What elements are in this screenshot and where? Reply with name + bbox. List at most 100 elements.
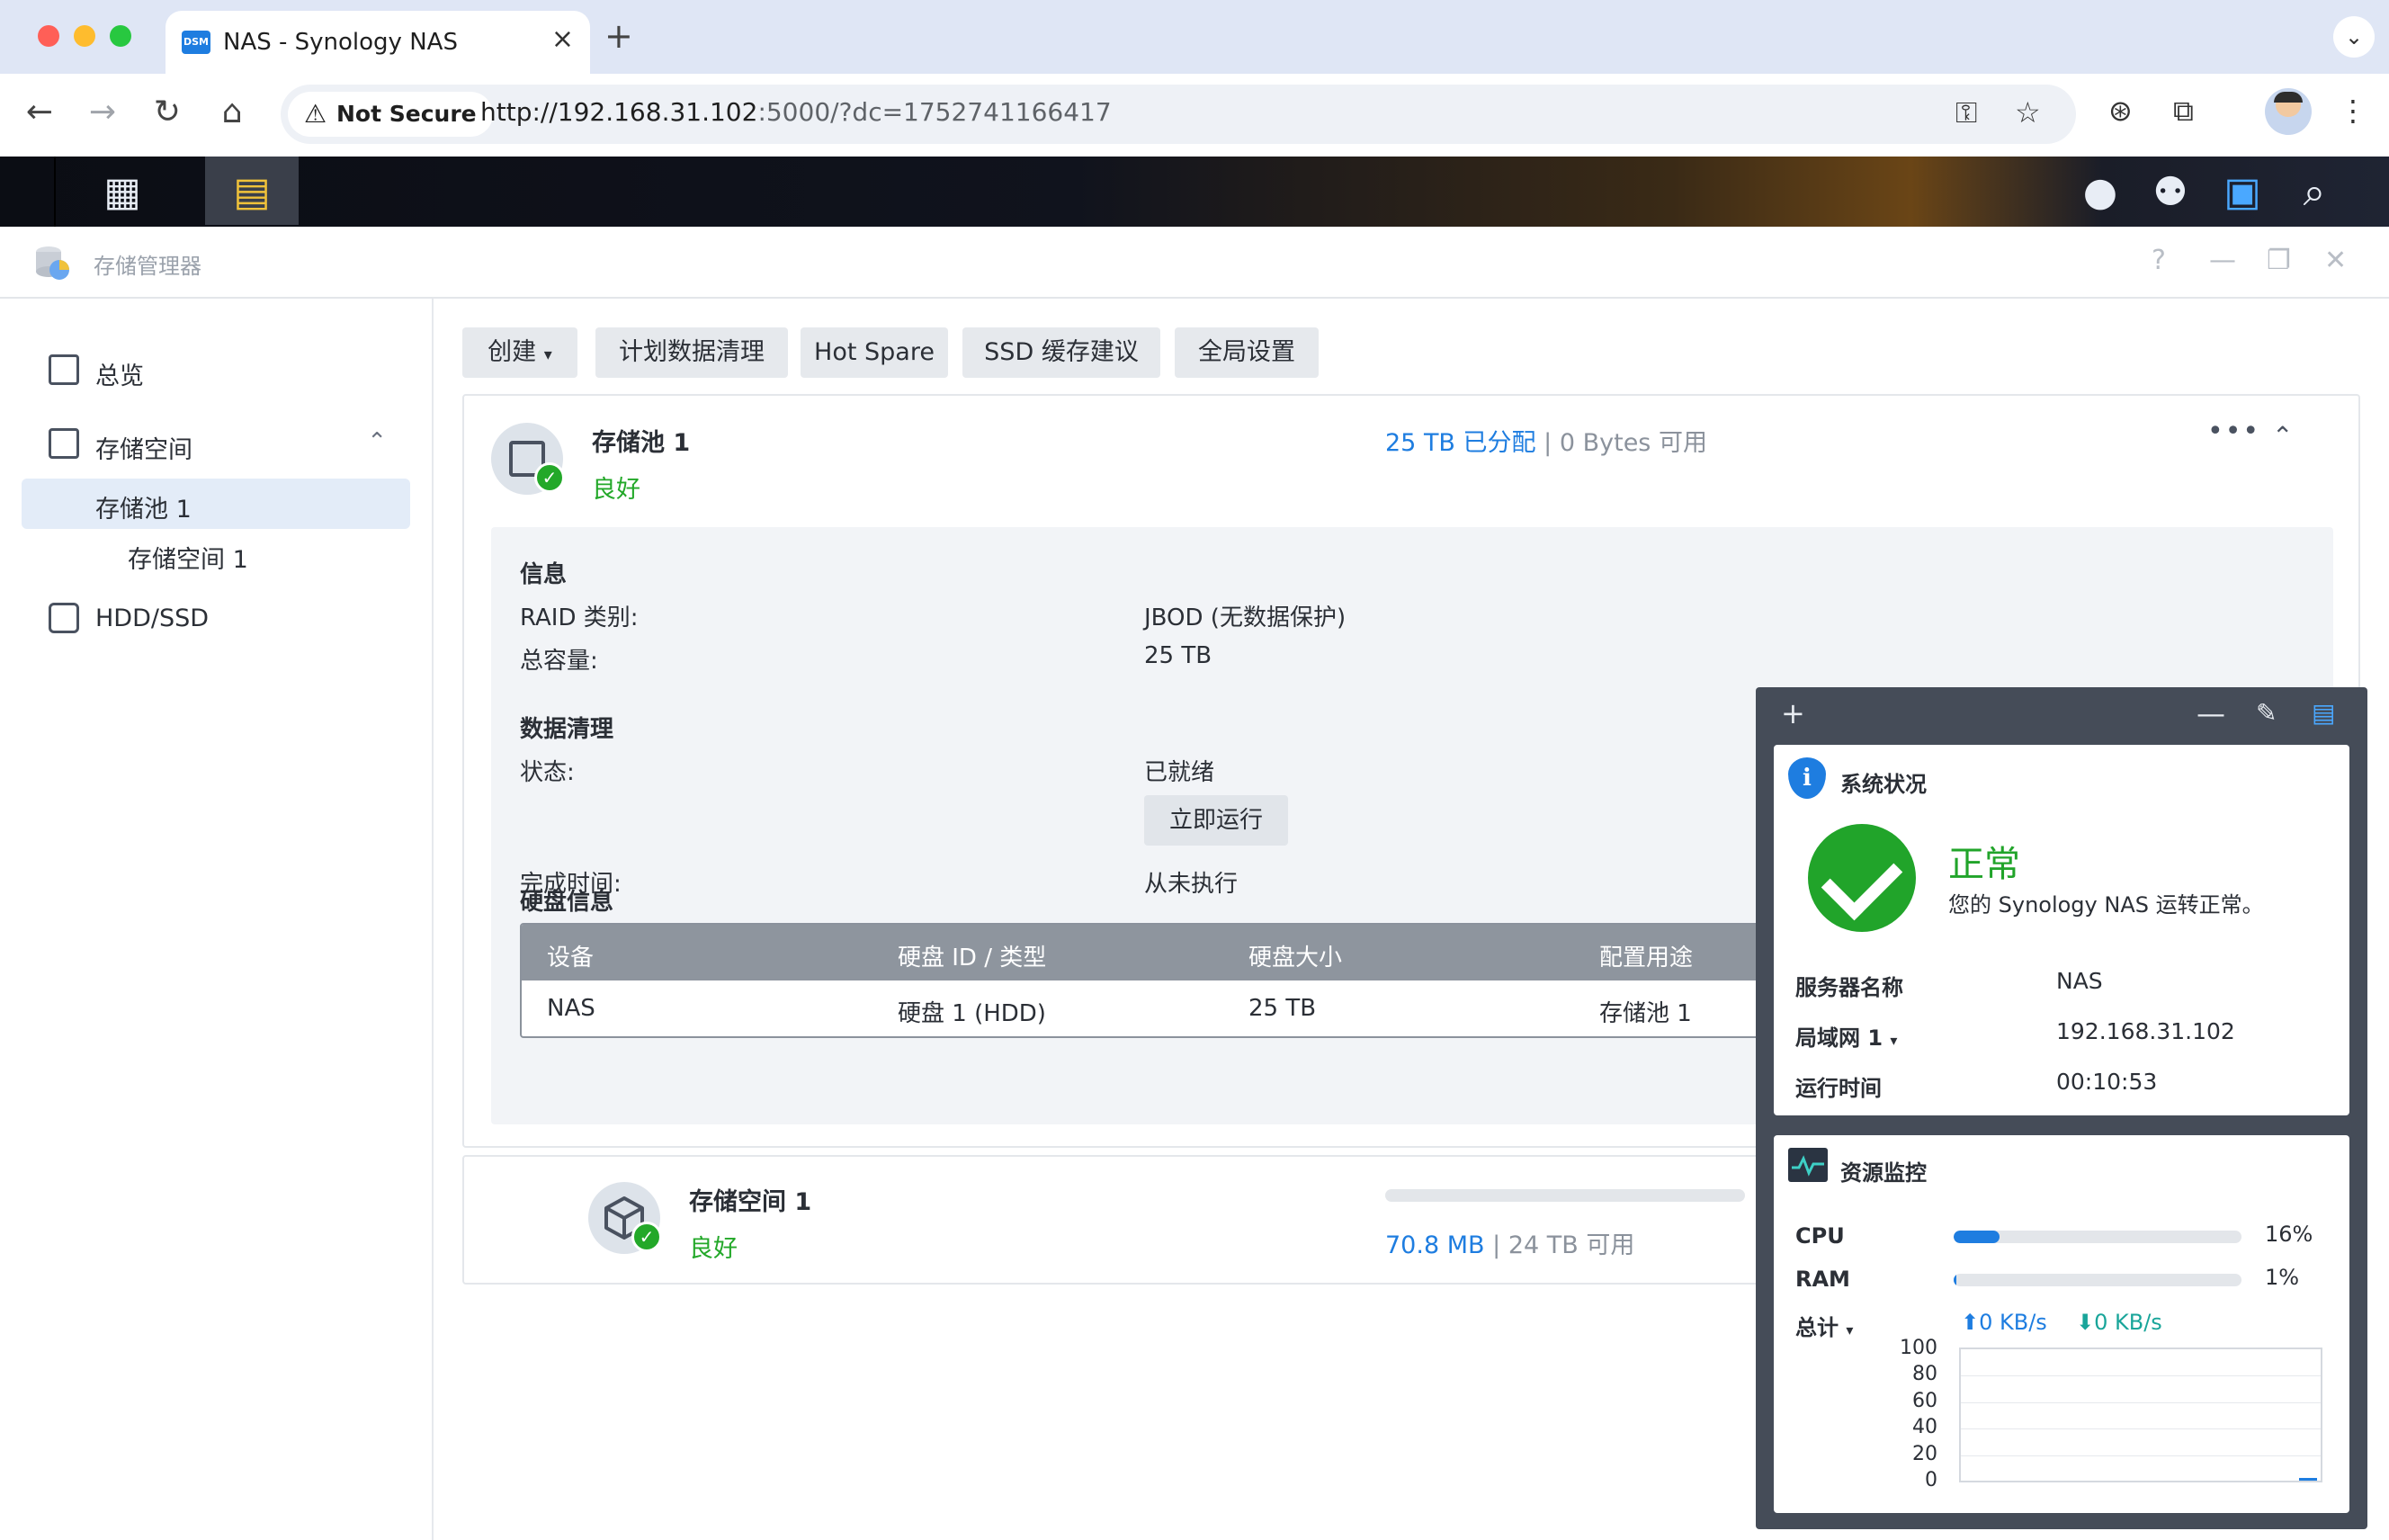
sidebar-item-hdd-ssd[interactable]: HDD/SSD — [22, 594, 410, 644]
restore-icon[interactable]: ❐ — [2267, 245, 2291, 276]
back-icon[interactable]: ← — [18, 94, 61, 130]
run-now-button[interactable]: 立即运行 — [1144, 795, 1288, 846]
y-tick-label: 20 — [1912, 1443, 1937, 1465]
column-header[interactable]: 硬盘 ID / 类型 — [898, 939, 1046, 972]
capacity-value: 25 TB — [1144, 642, 1212, 669]
warning-icon: ⚠ — [304, 99, 327, 129]
translate-icon[interactable]: ⊛ — [2108, 94, 2133, 128]
extensions-icon[interactable]: ⧉ — [2173, 94, 2194, 129]
status-ok-check-icon — [1808, 824, 1916, 932]
y-tick-label: 40 — [1912, 1416, 1937, 1438]
lan-dropdown[interactable]: 局域网 1 ▾ — [1795, 1020, 1897, 1052]
browser-menu-icon[interactable]: ⋮ — [2339, 94, 2367, 128]
upload-rate: ⬆0 KB/s — [1961, 1310, 2047, 1335]
close-window-button[interactable] — [38, 25, 59, 47]
column-header[interactable]: 配置用途 — [1599, 939, 1693, 972]
cpu-label: CPU — [1795, 1223, 1845, 1249]
download-arrow-icon: ⬇ — [2076, 1310, 2095, 1335]
more-options-icon[interactable]: ••• — [2207, 416, 2260, 447]
user-icon[interactable]: ⚉ — [2139, 169, 2202, 215]
minimize-widget-icon[interactable]: — — [2197, 696, 2225, 730]
forward-icon[interactable]: → — [81, 94, 124, 130]
storage-icon — [49, 428, 79, 459]
usage-separator: | — [1492, 1231, 1501, 1259]
bookmark-star-icon[interactable]: ☆ — [2015, 95, 2041, 130]
lan-label: 局域网 1 — [1795, 1025, 1883, 1051]
uptime-label: 运行时间 — [1795, 1076, 1882, 1101]
minimize-icon[interactable]: — — [2209, 245, 2236, 276]
password-key-icon[interactable]: ⚿ — [1955, 95, 1977, 130]
total-dropdown[interactable]: 总计 ▾ — [1795, 1310, 1853, 1341]
url-text[interactable]: http://192.168.31.102:5000/?dc=175274116… — [480, 97, 1112, 127]
resource-monitor-icon — [1788, 1148, 1828, 1182]
ssd-cache-advisor-button[interactable]: SSD 缓存建议 — [962, 327, 1160, 378]
create-label: 创建 — [488, 338, 537, 366]
volume-title: 存储空间 1 — [689, 1188, 812, 1216]
chat-icon[interactable]: ● — [2069, 169, 2132, 215]
sidebar-item-label: 总览 — [95, 363, 144, 390]
network-traffic-plot — [1959, 1348, 2322, 1482]
minimize-window-button[interactable] — [74, 25, 95, 47]
check-badge-icon: ✓ — [631, 1222, 662, 1252]
widgets-icon[interactable]: ▣ — [2211, 169, 2274, 215]
browser-toolbar: ← → ↻ ⌂ ⚠ Not Secure http://192.168.31.1… — [0, 74, 2389, 157]
sidebar-item-label: HDD/SSD — [95, 604, 210, 632]
gridline — [1961, 1455, 2321, 1456]
main-menu-button[interactable]: ▦ — [76, 157, 169, 225]
upload-arrow-icon: ⬆ — [1961, 1310, 1980, 1335]
address-bar[interactable]: ⚠ Not Secure http://192.168.31.102:5000/… — [281, 85, 2076, 144]
help-icon[interactable]: ? — [2152, 245, 2166, 276]
create-button[interactable]: 创建 ▾ — [462, 327, 577, 378]
dock-panel-icon[interactable]: ▤ — [2312, 698, 2335, 728]
storage-manager-taskbar-button[interactable]: ▤ — [205, 157, 299, 225]
chevron-up-icon[interactable]: ⌃ — [2272, 421, 2293, 451]
ram-usage-bar — [1954, 1274, 2241, 1286]
global-settings-button[interactable]: 全局设置 — [1175, 327, 1319, 378]
close-icon[interactable]: ✕ — [2324, 245, 2347, 276]
security-chip[interactable]: ⚠ Not Secure — [288, 92, 493, 137]
browser-tab[interactable]: DSM NAS - Synology NAS × — [166, 11, 590, 74]
total-label: 总计 — [1795, 1315, 1839, 1340]
sidebar-item-storage-pool-1[interactable]: 存储池 1 — [22, 479, 410, 529]
reload-icon[interactable]: ↻ — [146, 94, 189, 130]
column-header[interactable]: 硬盘大小 — [1248, 939, 1342, 972]
ram-usage-fill — [1954, 1274, 1957, 1286]
chevron-up-icon[interactable]: ⌃ — [367, 428, 387, 455]
search-icon[interactable]: ⌕ — [2283, 169, 2346, 215]
pool-allocated: 25 TB 已分配 — [1385, 429, 1536, 457]
disk-table: 设备 硬盘 ID / 类型 硬盘大小 配置用途 NAS 硬盘 1 (HDD) 2… — [520, 923, 1905, 1038]
new-tab-icon[interactable]: + — [604, 16, 633, 56]
cpu-percent: 16% — [2265, 1222, 2313, 1247]
url-host: http://192.168.31.102 — [480, 97, 758, 127]
zoom-window-button[interactable] — [110, 25, 131, 47]
schedule-scrub-button[interactable]: 计划数据清理 — [595, 327, 788, 378]
dsm-taskbar: ▦ ▤ ● ⚉ ▣ ⌕ — [0, 157, 2389, 227]
widget-panel: + — ✎ ▤ i 系统状况 正常 您的 Synology NAS 运转正常。 … — [1756, 687, 2367, 1529]
taskbar-edge — [0, 157, 56, 227]
resource-monitor-title: 资源监控 — [1840, 1160, 1927, 1186]
storage-manager-icon: ▤ — [233, 169, 271, 215]
gridline — [1961, 1402, 2321, 1403]
tab-close-icon[interactable]: × — [551, 23, 574, 55]
security-label: Not Secure — [336, 101, 477, 127]
column-header[interactable]: 设备 — [547, 939, 594, 972]
sidebar-item-label: 存储空间 — [95, 436, 192, 464]
add-widget-icon[interactable]: + — [1781, 696, 1805, 730]
ram-label: RAM — [1795, 1267, 1850, 1292]
overview-icon — [49, 354, 79, 385]
pin-icon[interactable]: ✎ — [2256, 698, 2277, 728]
usage-separator: | — [1543, 429, 1552, 457]
tab-search-chevron-icon[interactable]: ⌄ — [2333, 16, 2375, 58]
gridline — [1961, 1375, 2321, 1376]
lan-ip-value: 192.168.31.102 — [2056, 1018, 2235, 1044]
caret-down-icon: ▾ — [1890, 1032, 1898, 1049]
profile-avatar[interactable] — [2265, 88, 2312, 135]
browser-chrome: DSM NAS - Synology NAS × + ⌄ ← → ↻ ⌂ ⚠ N… — [0, 0, 2389, 157]
cpu-usage-fill — [1954, 1231, 2000, 1243]
home-icon[interactable]: ⌂ — [210, 94, 254, 130]
cell-device: NAS — [547, 995, 595, 1022]
sidebar-item-storage[interactable]: 存储空间 ⌃ — [22, 419, 410, 470]
sidebar-item-volume-1[interactable]: 存储空间 1 — [22, 529, 410, 579]
sidebar-item-overview[interactable]: 总览 — [22, 345, 410, 396]
hot-spare-button[interactable]: Hot Spare — [801, 327, 948, 378]
